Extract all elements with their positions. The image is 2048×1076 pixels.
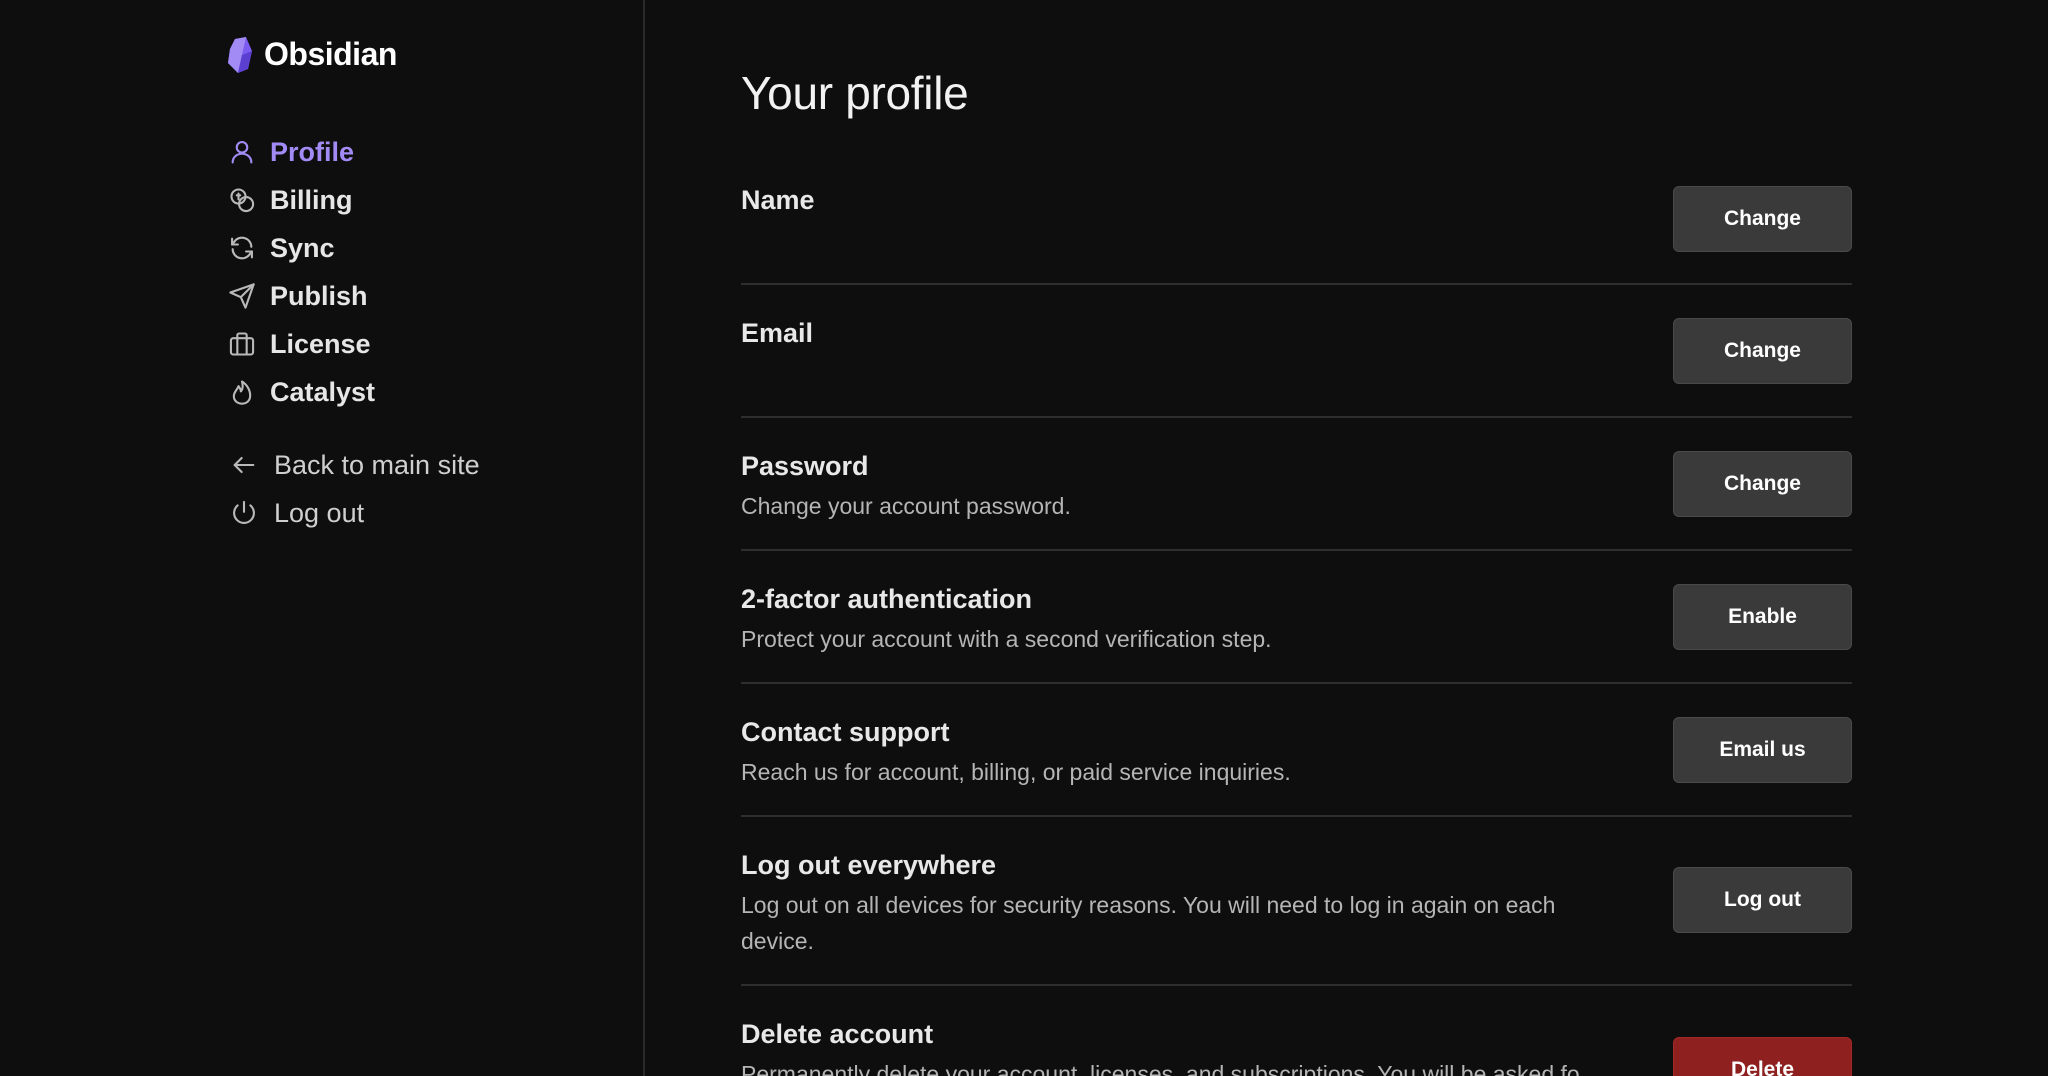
sidebar-item-label: Publish (270, 280, 368, 311)
setting-title: Email (741, 318, 814, 348)
account-app: Obsidian Profile Billing Sync Publish Li… (0, 0, 2048, 1076)
setting-title: Name (741, 185, 815, 215)
setting-description: Log out on all devices for security reas… (741, 892, 1556, 954)
log-out-everywhere-button[interactable]: Log out (1673, 867, 1852, 933)
brand-logo-link[interactable]: Obsidian (226, 36, 397, 73)
settings-list: Name Change Email Change Password Change… (741, 172, 1852, 1076)
sidebar-secondary-nav: Back to main site Log out (230, 441, 480, 537)
flame-icon (228, 378, 256, 406)
briefcase-icon (228, 330, 256, 358)
sidebar-item-label: Sync (270, 232, 335, 263)
enable-2fa-button[interactable]: Enable (1673, 584, 1852, 650)
setting-row-delete-account: Delete account Permanently delete your a… (741, 986, 1852, 1076)
setting-row-support: Contact support Reach us for account, bi… (741, 684, 1852, 817)
setting-row-name: Name Change (741, 172, 1852, 285)
sidebar-nav: Profile Billing Sync Publish License Cat… (228, 128, 375, 416)
power-icon (230, 499, 258, 527)
setting-row-logout-everywhere: Log out everywhere Log out on all device… (741, 817, 1852, 986)
change-password-button[interactable]: Change (1673, 451, 1852, 517)
setting-title: 2-factor authentication (741, 584, 1033, 614)
user-icon (228, 138, 256, 166)
send-icon (228, 282, 256, 310)
page-title: Your profile (741, 67, 969, 119)
sidebar-item-profile[interactable]: Profile (228, 128, 375, 176)
setting-description: Permanently delete your account, license… (741, 1061, 1581, 1076)
setting-title: Password (741, 451, 869, 481)
main-content: Your profile Name Change Email Change Pa… (645, 0, 2048, 1076)
back-to-main-site-label: Back to main site (274, 449, 480, 480)
refresh-icon (228, 234, 256, 262)
delete-account-button[interactable]: Delete (1673, 1037, 1852, 1076)
log-out-link[interactable]: Log out (230, 489, 480, 537)
sidebar-item-publish[interactable]: Publish (228, 272, 375, 320)
setting-description: Reach us for account, billing, or paid s… (741, 759, 1291, 785)
sidebar-item-label: Profile (270, 136, 355, 167)
email-us-button[interactable]: Email us (1673, 717, 1852, 783)
change-name-button[interactable]: Change (1673, 186, 1852, 252)
sidebar-item-label: License (270, 328, 371, 359)
brand-name: Obsidian (264, 36, 397, 72)
setting-row-password: Password Change your account password. C… (741, 418, 1852, 551)
sidebar-item-label: Catalyst (270, 376, 376, 407)
sidebar-item-catalyst[interactable]: Catalyst (228, 368, 375, 416)
coins-icon (228, 186, 256, 214)
setting-title: Contact support (741, 717, 950, 747)
obsidian-logo-icon (226, 36, 254, 73)
sidebar-item-billing[interactable]: Billing (228, 176, 375, 224)
arrow-left-icon (230, 451, 258, 479)
setting-title: Delete account (741, 1019, 934, 1049)
change-email-button[interactable]: Change (1673, 318, 1852, 384)
setting-description: Change your account password. (741, 493, 1071, 519)
setting-row-2fa: 2-factor authentication Protect your acc… (741, 551, 1852, 684)
log-out-label: Log out (274, 497, 365, 528)
sidebar-item-license[interactable]: License (228, 320, 375, 368)
back-to-main-site-link[interactable]: Back to main site (230, 441, 480, 489)
sidebar: Obsidian Profile Billing Sync Publish Li… (0, 0, 645, 1076)
setting-description: Protect your account with a second verif… (741, 626, 1272, 652)
sidebar-item-sync[interactable]: Sync (228, 224, 375, 272)
setting-title: Log out everywhere (741, 850, 997, 880)
setting-row-email: Email Change (741, 285, 1852, 418)
sidebar-item-label: Billing (270, 184, 353, 215)
